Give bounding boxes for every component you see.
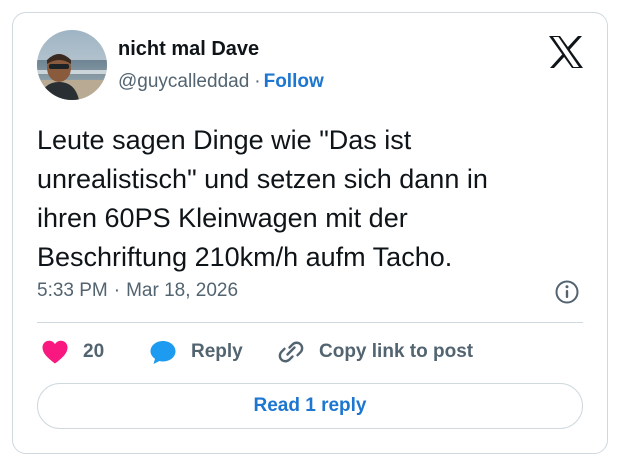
x-logo-icon[interactable] (548, 35, 584, 69)
tweet-text-line: Leute sagen Dinge wie "Das ist (37, 125, 412, 155)
tweet-date: Mar 18, 2026 (126, 280, 239, 301)
speech-bubble-icon (150, 341, 176, 364)
reply-button[interactable]: Reply (149, 338, 243, 366)
reply-label: Reply (191, 341, 243, 362)
follow-link[interactable]: Follow (264, 71, 324, 92)
tweet-text-line: unrealistisch" und setzen sich dann in (37, 164, 488, 194)
tweet-card: nicht mal Dave @guycalleddad · Follow Leut… (12, 12, 608, 454)
tweet-time: 5:33 PM (37, 280, 108, 301)
avatar-photo (37, 30, 107, 100)
like-button[interactable]: 20 (41, 338, 104, 366)
like-count: 20 (83, 341, 105, 362)
timestamp-separator: · (113, 280, 121, 301)
divider (37, 322, 583, 323)
read-replies-button[interactable]: Read 1 reply (37, 383, 583, 429)
copy-link-button[interactable]: Copy link to post (277, 338, 473, 366)
link-icon (278, 341, 304, 363)
tweet-text-line: Beschriftung 210km/h aufm Tacho. (37, 242, 453, 272)
author-handle[interactable]: @guycalleddad (118, 71, 249, 92)
meta-separator: · (254, 71, 261, 92)
heart-icon (42, 340, 68, 364)
avatar[interactable] (37, 30, 107, 100)
author-meta-row: @guycalleddad · Follow (118, 70, 324, 94)
tweet-timestamp[interactable]: 5:33 PM · Mar 18, 2026 (37, 279, 238, 303)
author-display-name[interactable]: nicht mal Dave (118, 37, 259, 61)
tweet-text: Leute sagen Dinge wie "Das ist unrealist… (37, 121, 597, 277)
info-icon[interactable] (554, 279, 580, 305)
copy-link-label: Copy link to post (319, 341, 474, 362)
read-replies-label: Read 1 reply (253, 395, 367, 416)
tweet-text-line: ihren 60PS Kleinwagen mit der (37, 203, 408, 233)
